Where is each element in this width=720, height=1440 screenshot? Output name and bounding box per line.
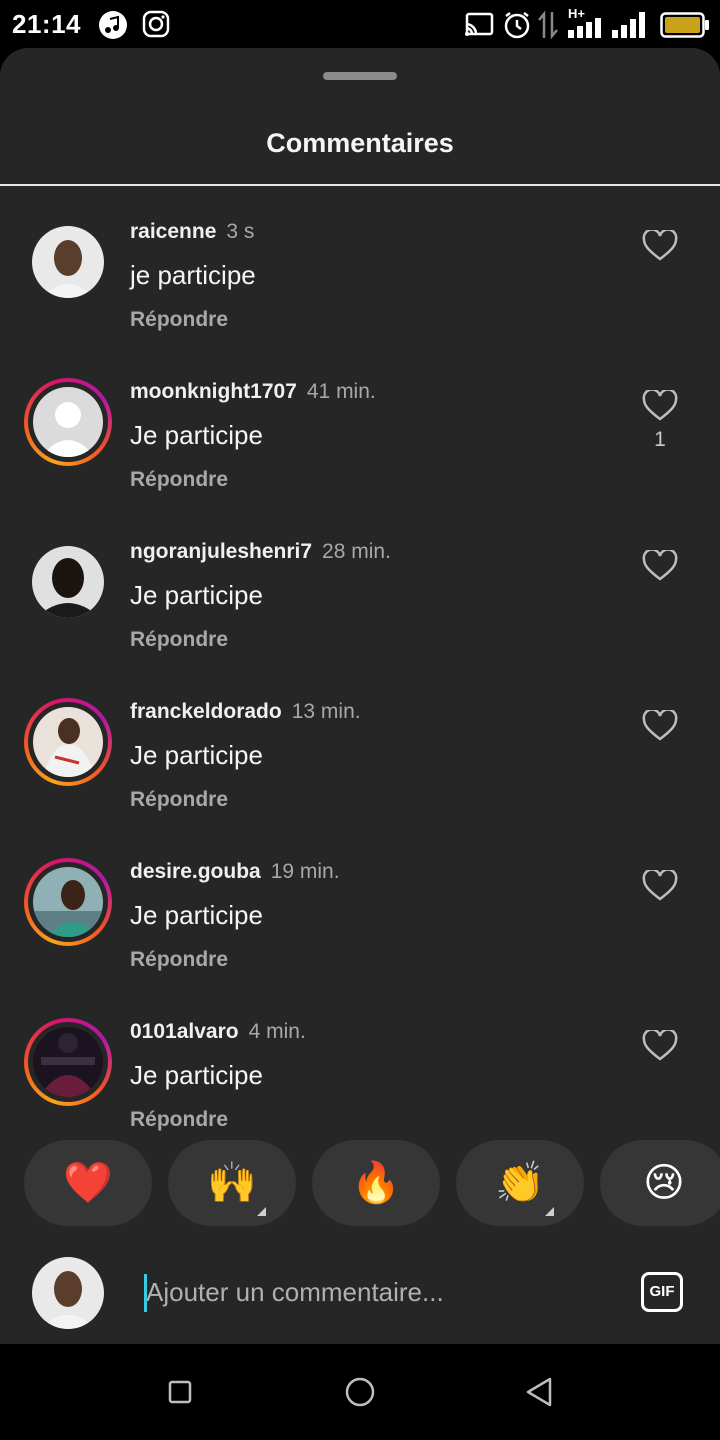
sheet-title: Commentaires — [266, 128, 454, 158]
comment-composer: Ajouter un commentaire... GIF — [0, 1244, 720, 1344]
status-time: 21:14 — [12, 9, 81, 39]
comment-text: Je participe — [130, 580, 263, 610]
reply-button[interactable]: Répondre — [130, 628, 228, 652]
username-text[interactable]: moonknight1707 — [130, 380, 297, 403]
reaction-clapping-hands[interactable]: 👏 — [456, 1140, 584, 1226]
comments-sheet: Commentaires raicenne 3 s je participe Ré… — [0, 48, 720, 1344]
reply-button[interactable]: Répondre — [130, 948, 228, 972]
comment-item: moonknight1707 41 min. Je participe Répon… — [0, 368, 720, 528]
crying-face-emoji: 😢 — [643, 1161, 685, 1205]
back-icon[interactable] — [524, 1376, 556, 1408]
system-nav-bar — [0, 1344, 720, 1440]
reaction-crying-face[interactable]: 😢 — [600, 1140, 720, 1226]
like-heart-icon[interactable] — [642, 230, 678, 262]
recent-apps-icon[interactable] — [168, 1380, 192, 1404]
comment-username[interactable]: moonknight1707 41 min. — [130, 380, 376, 404]
comment-timestamp: 3 s — [226, 220, 255, 243]
username-text[interactable]: raicenne — [130, 220, 216, 243]
comment-text: Je participe — [130, 1060, 263, 1090]
comment-username[interactable]: desire.gouba 19 min. — [130, 860, 340, 884]
comment-timestamp: 41 min. — [306, 380, 376, 403]
red-heart-emoji: ❤️ — [63, 1161, 113, 1205]
avatar-photo — [32, 546, 104, 618]
avatar[interactable] — [24, 698, 112, 786]
comment-item: ngoranjuleshenri7 28 min. Je participe Ré… — [0, 528, 720, 688]
reaction-raising-hands[interactable]: 🙌 — [168, 1140, 296, 1226]
gif-button[interactable]: GIF — [641, 1272, 683, 1312]
signal-icon — [612, 12, 645, 38]
music-note-icon — [99, 11, 127, 39]
comment-text: Je participe — [130, 900, 263, 930]
reaction-fire[interactable]: 🔥 — [312, 1140, 440, 1226]
clapping-hands-emoji: 👏 — [495, 1161, 545, 1205]
reply-button[interactable]: Répondre — [130, 1108, 228, 1132]
comment-username[interactable]: franckeldorado 13 min. — [130, 700, 361, 724]
comment-username[interactable]: 0101alvaro 4 min. — [130, 1020, 306, 1044]
raising-hands-emoji: 🙌 — [207, 1161, 257, 1205]
comment-item: desire.gouba 19 min. Je participe Répondr… — [0, 848, 720, 1008]
data-arrows-icon — [538, 10, 558, 40]
battery-icon — [660, 12, 709, 38]
avatar-photo — [33, 707, 103, 777]
comment-text: Je participe — [130, 420, 263, 450]
drag-handle[interactable] — [323, 72, 397, 80]
comment-text: Je participe — [130, 740, 263, 770]
comment-text: je participe — [130, 260, 256, 290]
like-heart-icon[interactable] — [642, 390, 678, 422]
username-text[interactable]: desire.gouba — [130, 860, 261, 883]
avatar[interactable] — [24, 538, 112, 626]
quick-reactions-bar: ❤️ 🙌 🔥 👏 😢 — [0, 1140, 720, 1228]
like-heart-icon[interactable] — [642, 1030, 678, 1062]
skin-tone-indicator-icon — [545, 1207, 554, 1216]
avatar-photo — [33, 867, 103, 937]
home-icon[interactable] — [344, 1376, 376, 1408]
avatar — [32, 1257, 104, 1329]
signal-icon — [568, 18, 601, 38]
like-heart-icon[interactable] — [642, 870, 678, 902]
comment-timestamp: 19 min. — [270, 860, 340, 883]
username-text[interactable]: franckeldorado — [130, 700, 282, 723]
comment-input[interactable]: Ajouter un commentaire... — [144, 1272, 616, 1312]
cast-icon — [465, 12, 494, 36]
comment-item: franckeldorado 13 min. Je participe Répon… — [0, 688, 720, 848]
status-bar: 21:14 H+ — [0, 0, 720, 50]
avatar-photo — [33, 1027, 103, 1097]
avatar[interactable] — [24, 858, 112, 946]
reply-button[interactable]: Répondre — [130, 308, 228, 332]
comment-timestamp: 4 min. — [248, 1020, 306, 1043]
comment-timestamp: 13 min. — [291, 700, 361, 723]
title-divider — [0, 184, 720, 186]
alarm-icon — [504, 12, 530, 39]
comment-username[interactable]: ngoranjuleshenri7 28 min. — [130, 540, 391, 564]
like-heart-icon[interactable] — [642, 550, 678, 582]
reply-button[interactable]: Répondre — [130, 788, 228, 812]
like-count: 1 — [654, 428, 666, 451]
username-text[interactable]: ngoranjuleshenri7 — [130, 540, 312, 563]
reaction-red-heart[interactable]: ❤️ — [24, 1140, 152, 1226]
username-text[interactable]: 0101alvaro — [130, 1020, 239, 1043]
text-cursor — [144, 1274, 147, 1312]
avatar[interactable] — [24, 378, 112, 466]
comment-item: raicenne 3 s je participe Répondre — [0, 208, 720, 368]
skin-tone-indicator-icon — [257, 1207, 266, 1216]
avatar[interactable] — [24, 218, 112, 306]
like-heart-icon[interactable] — [642, 710, 678, 742]
avatar-photo — [32, 226, 104, 298]
reply-button[interactable]: Répondre — [130, 468, 228, 492]
default-avatar — [33, 387, 103, 457]
instagram-icon — [142, 10, 170, 38]
fire-emoji: 🔥 — [351, 1161, 401, 1205]
comment-username[interactable]: raicenne 3 s — [130, 220, 254, 244]
avatar[interactable] — [24, 1018, 112, 1106]
comment-timestamp: 28 min. — [322, 540, 391, 563]
